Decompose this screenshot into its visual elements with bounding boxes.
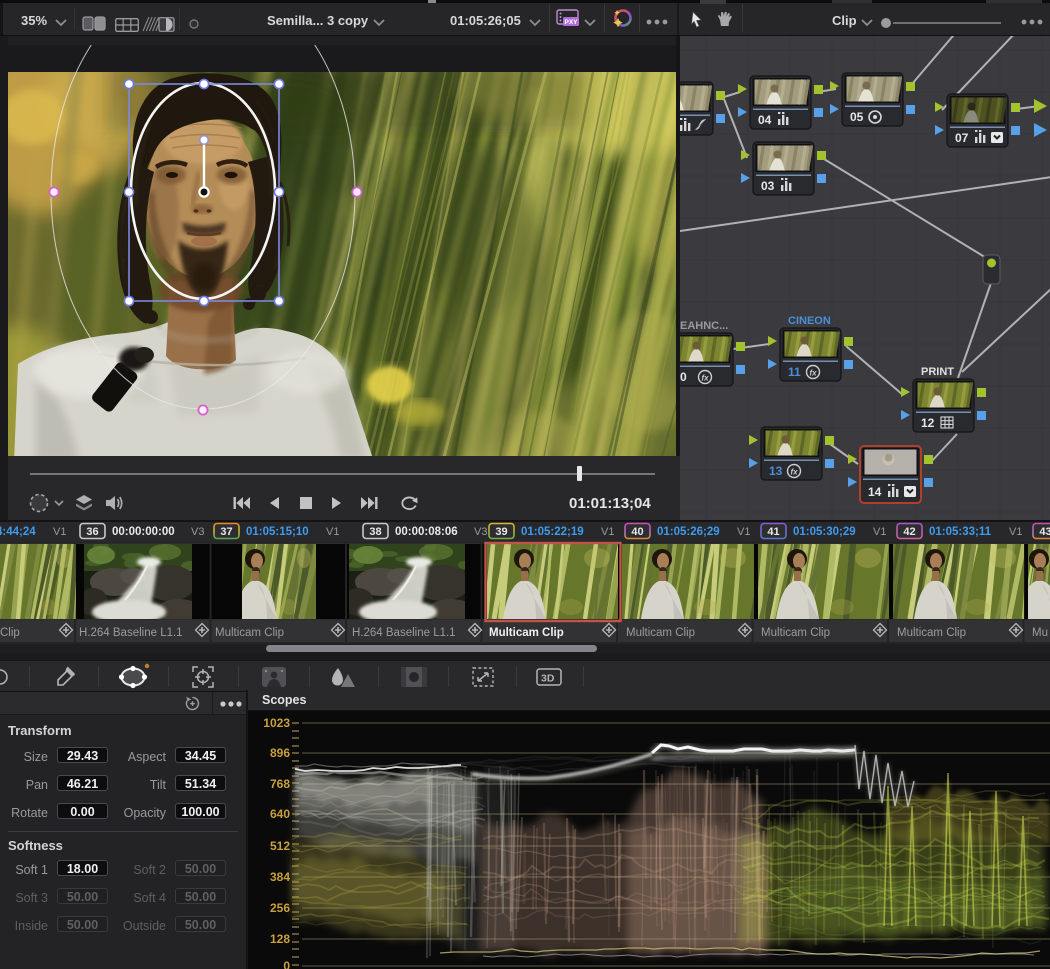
svg-text:fx: fx	[810, 369, 818, 378]
svg-text:01:05:26;29: 01:05:26;29	[657, 526, 720, 538]
svg-text:0: 0	[283, 959, 290, 969]
svg-text:11: 11	[788, 365, 801, 379]
svg-text:39: 39	[495, 526, 507, 538]
svg-text:00:00:08:06: 00:00:08:06	[395, 526, 458, 538]
svg-text:fx: fx	[702, 374, 710, 383]
svg-text:CINEON: CINEON	[788, 315, 831, 327]
svg-text:768: 768	[270, 777, 290, 791]
svg-text:41: 41	[767, 526, 779, 538]
svg-text:Mu: Mu	[1032, 627, 1048, 639]
svg-text:01:05:22;19: 01:05:22;19	[521, 526, 584, 538]
svg-text:40: 40	[631, 526, 643, 538]
svg-text:V1: V1	[601, 526, 614, 538]
svg-text:PXY: PXY	[565, 19, 579, 26]
svg-text:3D: 3D	[541, 673, 555, 685]
svg-text:43: 43	[1039, 526, 1050, 538]
svg-text:256: 256	[270, 901, 290, 915]
svg-text:PRINT: PRINT	[921, 366, 954, 378]
svg-text:01:05:15;10: 01:05:15;10	[246, 526, 309, 538]
svg-text:04: 04	[758, 113, 772, 127]
svg-text:H.264 Baseline L1.1: H.264 Baseline L1.1	[352, 627, 456, 639]
svg-text:0: 0	[680, 370, 687, 384]
svg-text:V1: V1	[1009, 526, 1022, 538]
svg-text:Clip: Clip	[0, 627, 20, 639]
svg-text:V1: V1	[873, 526, 886, 538]
svg-text:V3: V3	[474, 526, 487, 538]
svg-text:fx: fx	[791, 468, 799, 477]
svg-text:42: 42	[903, 526, 915, 538]
svg-text:05: 05	[850, 110, 864, 124]
svg-text:4:44;24: 4:44;24	[0, 526, 36, 538]
svg-text:01:05:33;11: 01:05:33;11	[929, 526, 992, 538]
svg-text:Multicam Clip: Multicam Clip	[897, 627, 966, 639]
svg-text:37: 37	[220, 526, 232, 538]
svg-text:512: 512	[270, 839, 290, 853]
svg-text:896: 896	[270, 746, 290, 760]
svg-text:V3: V3	[191, 526, 204, 538]
svg-text:V1: V1	[326, 526, 339, 538]
svg-text:07: 07	[955, 131, 969, 145]
svg-text:Multicam Clip: Multicam Clip	[489, 627, 564, 639]
svg-text:V1: V1	[737, 526, 750, 538]
svg-text:Multicam Clip: Multicam Clip	[626, 627, 695, 639]
svg-text:Multicam Clip: Multicam Clip	[761, 627, 830, 639]
svg-text:EAHNC...: EAHNC...	[680, 320, 728, 332]
svg-text:384: 384	[270, 870, 290, 884]
svg-text:01:05:30;29: 01:05:30;29	[793, 526, 856, 538]
svg-text:13: 13	[769, 464, 783, 478]
svg-text:1023: 1023	[263, 716, 290, 730]
svg-text:128: 128	[270, 932, 290, 946]
svg-text:Multicam Clip: Multicam Clip	[215, 627, 284, 639]
svg-text:V1: V1	[53, 526, 66, 538]
svg-text:H.264 Baseline L1.1: H.264 Baseline L1.1	[79, 627, 183, 639]
svg-text:12: 12	[921, 416, 935, 430]
svg-text:36: 36	[86, 526, 98, 538]
svg-text:00:00:00:00: 00:00:00:00	[112, 526, 175, 538]
svg-text:14: 14	[868, 485, 882, 499]
svg-text:03: 03	[761, 179, 775, 193]
svg-text:38: 38	[369, 526, 381, 538]
svg-text:640: 640	[270, 807, 290, 821]
